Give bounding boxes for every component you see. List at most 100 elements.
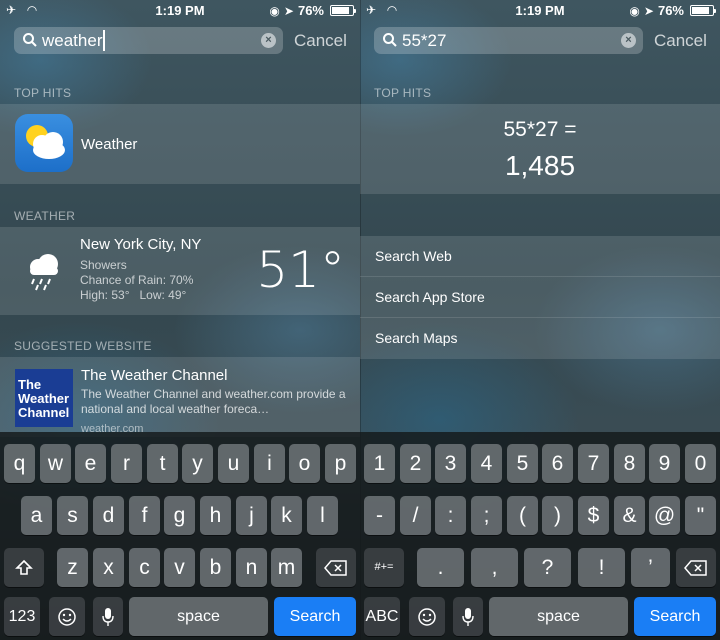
search-icon [383,33,397,47]
key-u[interactable]: u [218,444,249,483]
calc-result: 1,485 [504,150,576,181]
key-m[interactable]: m [271,548,302,587]
key-n[interactable]: n [236,548,267,587]
search-field[interactable]: × [374,27,643,54]
key-4[interactable]: 4 [471,444,502,483]
website-description: The Weather Channel and weather.com prov… [81,387,346,416]
city-name: New York City, NY [80,236,202,253]
emoji-key[interactable] [409,597,445,636]
space-key[interactable]: space [489,597,628,636]
left-screen: ✈ ◠ 1:19 PM ◉ ➤ 76% × Cancel TOP HITS We… [0,0,360,640]
key-q[interactable]: q [4,444,35,483]
dictation-key[interactable] [453,597,483,636]
text-cursor [103,30,105,51]
key-c[interactable]: c [129,548,160,587]
rotation-lock-icon: ◉ [269,3,280,18]
battery-icon [330,5,356,16]
delete-key[interactable] [316,548,356,587]
key-d[interactable]: d [93,496,124,535]
key-open-paren[interactable]: ( [507,496,538,535]
rotation-lock-icon: ◉ [629,3,640,18]
battery-percent: 76% [297,3,324,18]
cancel-button[interactable]: Cancel [294,31,347,51]
battery-icon [690,5,716,16]
search-app-store-link[interactable]: Search App Store [360,277,720,318]
suggested-website-header: SUGGESTED WEBSITE [14,339,152,353]
space-key[interactable]: space [129,597,268,636]
numbers-key[interactable]: 123 [4,597,40,636]
key-l[interactable]: l [307,496,338,535]
key-2[interactable]: 2 [400,444,431,483]
key-9[interactable]: 9 [649,444,680,483]
key-6[interactable]: 6 [542,444,573,483]
key-a[interactable]: a [21,496,52,535]
key-comma[interactable]: , [471,548,518,587]
key-slash[interactable]: / [400,496,431,535]
weather-app-result[interactable]: Weather [0,104,360,184]
rain-chance: Chance of Rain: 70% [80,273,194,287]
calculator-result[interactable]: 55*27 = 1,485 [360,104,720,194]
key-semicolon[interactable]: ; [471,496,502,535]
shift-key[interactable] [4,548,44,587]
key-b[interactable]: b [200,548,231,587]
website-result[interactable]: The Weather Channel The Weather Channel … [0,357,360,437]
key-o[interactable]: o [289,444,320,483]
key-8[interactable]: 8 [614,444,645,483]
key-h[interactable]: h [200,496,231,535]
key-at[interactable]: @ [649,496,680,535]
search-field[interactable]: × [14,27,283,54]
key-5[interactable]: 5 [507,444,538,483]
website-title: The Weather Channel [81,367,228,384]
shift-icon [15,560,33,576]
app-name: Weather [81,136,138,153]
key-p[interactable]: p [325,444,356,483]
key-y[interactable]: y [182,444,213,483]
key-k[interactable]: k [271,496,302,535]
key-0[interactable]: 0 [685,444,716,483]
dictation-key[interactable] [93,597,123,636]
key-x[interactable]: x [93,548,124,587]
clear-search-icon[interactable]: × [261,33,276,48]
key-v[interactable]: v [164,548,195,587]
search-input[interactable] [402,27,622,54]
key-r[interactable]: r [111,444,142,483]
status-bar: ✈ ◠ 1:19 PM ◉ ➤ 76% [360,0,720,20]
key-period[interactable]: . [417,548,464,587]
letters-key[interactable]: ABC [364,597,400,636]
key-i[interactable]: i [254,444,285,483]
key-exclamation[interactable]: ! [578,548,625,587]
key-t[interactable]: t [147,444,178,483]
key-e[interactable]: e [75,444,106,483]
symbols-key[interactable]: #+= [364,548,404,587]
key-s[interactable]: s [57,496,88,535]
temperature: 51° [256,241,345,299]
key-w[interactable]: w [40,444,71,483]
search-web-link[interactable]: Search Web [360,236,720,277]
search-maps-link[interactable]: Search Maps [360,318,720,359]
search-input[interactable] [42,27,262,54]
key-j[interactable]: j [236,496,267,535]
key-f[interactable]: f [129,496,160,535]
search-key[interactable]: Search [634,597,716,636]
cancel-button[interactable]: Cancel [654,31,707,51]
key-question[interactable]: ? [524,548,571,587]
microphone-icon [462,608,474,627]
key-7[interactable]: 7 [578,444,609,483]
search-key[interactable]: Search [274,597,356,636]
clear-search-icon[interactable]: × [621,33,636,48]
weather-result[interactable]: New York City, NY Showers Chance of Rain… [0,227,360,315]
key-colon[interactable]: : [435,496,466,535]
key-close-paren[interactable]: ) [542,496,573,535]
emoji-key[interactable] [49,597,85,636]
delete-key[interactable] [676,548,716,587]
key-quote[interactable]: " [685,496,716,535]
key-3[interactable]: 3 [435,444,466,483]
key-minus[interactable]: - [364,496,395,535]
key-z[interactable]: z [57,548,88,587]
status-bar: ✈ ◠ 1:19 PM ◉ ➤ 76% [0,0,360,20]
key-g[interactable]: g [164,496,195,535]
key-apostrophe[interactable]: ’ [631,548,670,587]
key-1[interactable]: 1 [364,444,395,483]
key-dollar[interactable]: $ [578,496,609,535]
key-ampersand[interactable]: & [614,496,645,535]
